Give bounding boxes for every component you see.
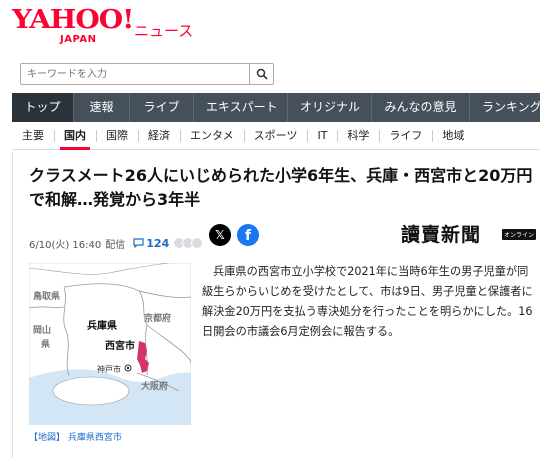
map-label-tottori: 鳥取県 bbox=[33, 290, 60, 302]
subnav-main[interactable]: 主要 bbox=[12, 122, 54, 149]
article-map[interactable]: 鳥取県 京都府 岡山 県 兵庫県 西宮市 神戸市 大阪府 bbox=[29, 263, 191, 425]
map-label-osaka: 大阪府 bbox=[141, 380, 168, 392]
map-label-hyogo: 兵庫県 bbox=[87, 319, 117, 332]
comment-icon bbox=[133, 238, 144, 248]
logo-section: ニュース bbox=[134, 22, 194, 40]
nav-ranking[interactable]: ランキング bbox=[470, 93, 540, 122]
source-logo[interactable]: 讀賣新聞 bbox=[401, 220, 481, 247]
nav-expert[interactable]: エキスパート bbox=[194, 93, 288, 122]
logo-sub: JAPAN bbox=[60, 34, 97, 45]
subnav-international[interactable]: 国際 bbox=[96, 122, 138, 149]
search-input[interactable] bbox=[21, 64, 249, 84]
comment-count: 124 bbox=[146, 236, 170, 250]
comment-link[interactable]: 124 bbox=[133, 237, 169, 250]
article-body: 兵庫県の西宮市立小学校で2021年に当時6年生の男子児童が同級生らからいじめを受… bbox=[202, 265, 533, 338]
source-badge: オンライン bbox=[502, 229, 537, 240]
subnav-sports[interactable]: スポーツ bbox=[243, 122, 308, 149]
nav-original[interactable]: オリジナル bbox=[288, 93, 372, 122]
reaction-icons[interactable] bbox=[173, 237, 204, 249]
search-box bbox=[20, 63, 274, 85]
site-header: YAHOO! JAPAN ニュース bbox=[0, 0, 540, 56]
search-icon bbox=[256, 68, 268, 80]
subnav-life[interactable]: ライフ bbox=[379, 122, 432, 149]
subnav-it[interactable]: IT bbox=[307, 122, 337, 149]
category-nav: 主要 国内 国際 経済 エンタメ スポーツ IT 科学 ライフ 地域 bbox=[12, 122, 540, 150]
share-facebook-icon[interactable]: f bbox=[237, 224, 259, 246]
article-meta: 6/10(火) 16:40 配信 124 bbox=[29, 232, 204, 254]
article-title: クラスメート26人にいじめられた小学6年生、兵庫・西宮市と20万円で和解…発覚か… bbox=[29, 166, 533, 209]
subnav-entertainment[interactable]: エンタメ bbox=[180, 122, 244, 149]
subnav-science[interactable]: 科学 bbox=[337, 122, 379, 149]
logo-word: YAHOO! bbox=[12, 4, 134, 35]
publish-date: 6/10(火) 16:40 bbox=[29, 239, 102, 251]
map-label-kobe: 神戸市 bbox=[97, 364, 121, 374]
nav-top[interactable]: トップ bbox=[12, 93, 74, 122]
subnav-economy[interactable]: 経済 bbox=[138, 122, 180, 149]
share-x-icon[interactable]: 𝕏 bbox=[209, 224, 231, 246]
nav-breaking[interactable]: 速報 bbox=[74, 93, 130, 122]
yahoo-japan-logo[interactable]: YAHOO! JAPAN ニュース bbox=[12, 4, 193, 50]
article-card: クラスメート26人にいじめられた小学6年生、兵庫・西宮市と20万円で和解…発覚か… bbox=[12, 152, 540, 458]
subnav-domestic[interactable]: 国内 bbox=[54, 122, 96, 150]
map-caption[interactable]: 【地図】 兵庫県西宮市 bbox=[29, 430, 122, 443]
search-button[interactable] bbox=[249, 64, 273, 84]
nav-opinion[interactable]: みんなの意見 bbox=[372, 93, 470, 122]
map-label-nishinomiya: 西宮市 bbox=[105, 339, 135, 352]
reaction-icon bbox=[191, 237, 204, 249]
map-label-kyoto: 京都府 bbox=[144, 312, 171, 324]
main-nav: トップ 速報 ライブ エキスパート オリジナル みんなの意見 ランキング bbox=[12, 93, 540, 122]
nav-live[interactable]: ライブ bbox=[130, 93, 194, 122]
subnav-local[interactable]: 地域 bbox=[432, 122, 474, 149]
publish-label: 配信 bbox=[105, 239, 126, 251]
